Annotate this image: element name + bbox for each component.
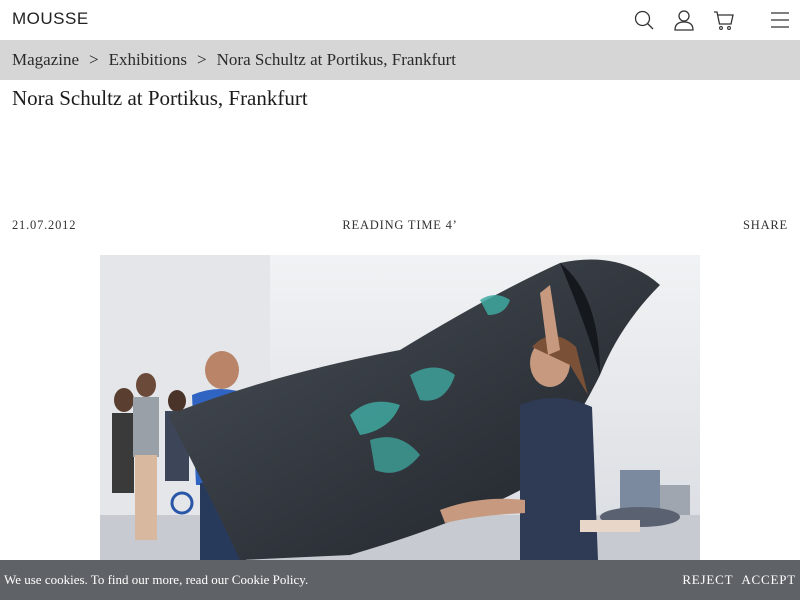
search-icon[interactable] xyxy=(633,9,655,31)
user-icon[interactable] xyxy=(673,9,695,31)
cart-icon[interactable] xyxy=(713,9,735,31)
cookie-banner-suffix: . xyxy=(304,572,309,587)
cookie-banner-text: We use cookies. To find our more, read o… xyxy=(4,572,674,588)
cookie-banner-message: We use cookies. To find our more, read o… xyxy=(4,572,232,587)
cookie-banner: We use cookies. To find our more, read o… xyxy=(0,560,800,600)
breadcrumb-item-current[interactable]: Nora Schultz at Portikus, Frankfurt xyxy=(217,50,456,70)
reading-time: READING TIME 4’ xyxy=(342,218,458,232)
top-navigation-bar: MOUSSE xyxy=(0,0,800,40)
breadcrumb-item-magazine[interactable]: Magazine xyxy=(12,50,79,70)
article-hero-image xyxy=(100,255,700,560)
breadcrumb: Magazine > Exhibitions > Nora Schultz at… xyxy=(0,40,800,80)
site-logo[interactable]: MOUSSE xyxy=(12,9,89,29)
share-button[interactable]: SHARE xyxy=(743,218,788,233)
reject-cookies-button[interactable]: REJECT xyxy=(682,572,733,588)
menu-icon[interactable] xyxy=(769,9,791,31)
breadcrumb-separator: > xyxy=(89,50,99,69)
accept-cookies-button[interactable]: ACCEPT xyxy=(741,572,796,588)
cookie-policy-link[interactable]: Cookie Policy xyxy=(232,572,305,587)
breadcrumb-item-exhibitions[interactable]: Exhibitions xyxy=(109,50,187,70)
page-title: Nora Schultz at Portikus, Frankfurt xyxy=(12,86,308,110)
breadcrumb-separator: > xyxy=(197,50,207,69)
